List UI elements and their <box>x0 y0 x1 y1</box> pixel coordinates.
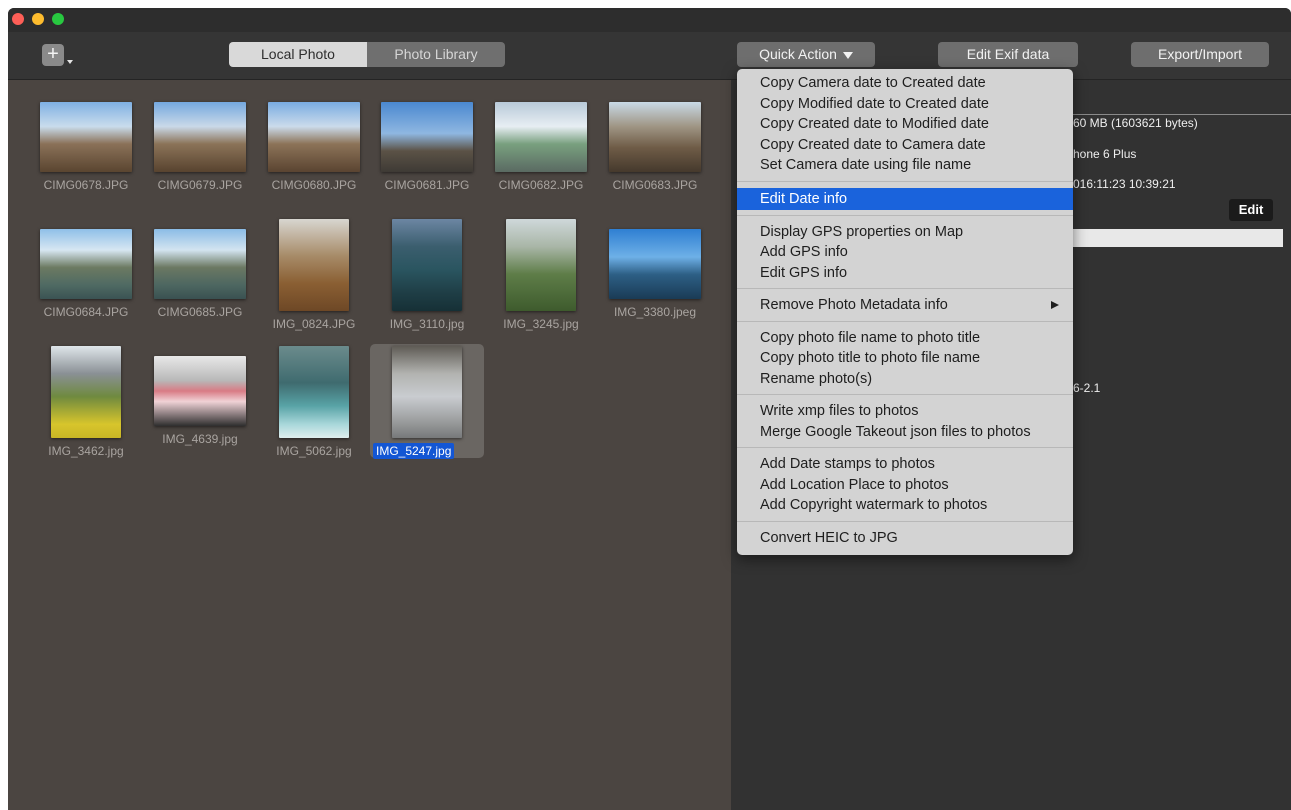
info-version: 6-2.1 <box>1073 381 1101 395</box>
photo-image <box>51 346 121 438</box>
tab-local-photo[interactable]: Local Photo <box>229 42 367 67</box>
photo-image <box>381 102 473 172</box>
photo-filename: IMG_3462.jpg <box>48 444 124 458</box>
menu-item[interactable]: Edit GPS info <box>737 263 1073 284</box>
edit-exif-button[interactable]: Edit Exif data <box>938 42 1078 67</box>
photo-image <box>609 229 701 299</box>
menu-separator <box>737 214 1073 216</box>
photo-filename: IMG_3245.jpg <box>503 317 579 331</box>
photo-thumbnail[interactable]: IMG_3110.jpg <box>370 217 484 331</box>
info-field-bar <box>1064 229 1283 247</box>
photo-grid: CIMG0678.JPG CIMG0679.JPG CIMG0680.JPG CIMG… <box>8 80 731 810</box>
caret-down-icon <box>842 51 853 59</box>
photo-image <box>279 346 349 438</box>
menu-item[interactable]: Set Camera date using file name <box>737 155 1073 176</box>
photo-thumbnail[interactable]: CIMG0682.JPG <box>484 90 598 204</box>
photo-thumbnail[interactable]: CIMG0679.JPG <box>143 90 257 204</box>
source-segmented-control: Local Photo Photo Library <box>229 42 505 67</box>
quick-action-label: Quick Action <box>759 46 837 62</box>
add-photo-button[interactable]: + <box>42 44 64 66</box>
photo-image <box>154 102 246 172</box>
photo-thumbnail[interactable]: CIMG0678.JPG <box>29 90 143 204</box>
selected-filename-label: IMG_5247.jpg <box>373 443 455 459</box>
photo-image <box>268 102 360 172</box>
photo-image <box>154 229 246 299</box>
photo-image <box>495 102 587 172</box>
photo-filename: IMG_5062.jpg <box>276 444 352 458</box>
menu-item[interactable]: Copy photo file name to photo title <box>737 328 1073 349</box>
photo-image <box>609 102 701 172</box>
photo-image <box>392 346 462 438</box>
menu-separator <box>737 180 1073 182</box>
photo-filename: IMG_5247.jpg <box>373 443 455 459</box>
menu-item[interactable]: Rename photo(s) <box>737 369 1073 390</box>
menu-item[interactable]: Add Copyright watermark to photos <box>737 495 1073 516</box>
photo-image <box>392 219 462 311</box>
menu-separator <box>737 447 1073 448</box>
title-bar <box>8 8 1291 32</box>
menu-item[interactable]: Convert HEIC to JPG <box>737 528 1073 549</box>
photo-thumbnail[interactable]: IMG_5062.jpg <box>257 344 371 458</box>
info-divider <box>1071 114 1291 115</box>
zoom-window-button[interactable] <box>52 13 64 25</box>
menu-item[interactable]: Copy photo title to photo file name <box>737 348 1073 369</box>
menu-item[interactable]: Display GPS properties on Map <box>737 222 1073 243</box>
info-edit-button[interactable]: Edit <box>1229 199 1273 221</box>
quick-action-button[interactable]: Quick Action <box>737 42 875 67</box>
photo-thumbnail[interactable]: IMG_3462.jpg <box>29 344 143 458</box>
menu-item[interactable]: Copy Camera date to Created date <box>737 73 1073 94</box>
tab-photo-library[interactable]: Photo Library <box>367 42 505 67</box>
photo-thumbnail[interactable]: CIMG0685.JPG <box>143 217 257 331</box>
info-date: 016:11:23 10:39:21 <box>1073 177 1176 191</box>
menu-separator <box>737 320 1073 322</box>
menu-separator <box>737 288 1073 289</box>
photo-thumbnail[interactable]: IMG_4639.jpg <box>143 344 257 458</box>
photo-thumbnail[interactable]: IMG_3245.jpg <box>484 217 598 331</box>
photo-thumbnail[interactable]: CIMG0681.JPG <box>370 90 484 204</box>
photo-filename: CIMG0683.JPG <box>612 178 698 192</box>
photo-thumbnail[interactable]: CIMG0680.JPG <box>257 90 371 204</box>
photo-thumbnail[interactable]: CIMG0684.JPG <box>29 217 143 331</box>
submenu-arrow-icon <box>1051 301 1059 309</box>
info-file-size: 60 MB (1603621 bytes) <box>1073 116 1198 130</box>
minimize-window-button[interactable] <box>32 13 44 25</box>
menu-item[interactable]: Edit Date info <box>737 187 1073 210</box>
photo-filename: IMG_3380.jpeg <box>613 305 697 319</box>
photo-thumbnail[interactable]: IMG_0824.JPG <box>257 217 371 331</box>
photo-image <box>40 229 132 299</box>
menu-item[interactable]: Add GPS info <box>737 242 1073 263</box>
photo-image <box>506 219 576 311</box>
menu-item[interactable]: Write xmp files to photos <box>737 401 1073 422</box>
info-camera-model: hone 6 Plus <box>1073 147 1137 161</box>
menu-separator <box>737 520 1073 522</box>
photo-image <box>279 219 349 311</box>
quick-action-menu: Copy Camera date to Created date Copy Mod… <box>737 69 1073 555</box>
close-window-button[interactable] <box>12 13 24 25</box>
export-import-button[interactable]: Export/Import <box>1131 42 1269 67</box>
menu-item[interactable]: Remove Photo Metadata info <box>737 295 1073 316</box>
menu-item[interactable]: Copy Created date to Modified date <box>737 114 1073 135</box>
photo-image <box>40 102 132 172</box>
toolbar: + Local Photo Photo Library Quick Action… <box>8 32 1291 80</box>
menu-item[interactable]: Copy Modified date to Created date <box>737 94 1073 115</box>
photo-image <box>154 356 246 426</box>
menu-item[interactable]: Add Date stamps to photos <box>737 454 1073 475</box>
add-dropdown-caret-icon[interactable] <box>67 60 73 64</box>
photo-thumbnail[interactable]: CIMG0683.JPG <box>598 90 712 204</box>
menu-item[interactable]: Add Location Place to photos <box>737 475 1073 496</box>
photo-thumbnail[interactable]: IMG_5247.jpg <box>370 344 484 459</box>
menu-item[interactable]: Merge Google Takeout json files to photo… <box>737 422 1073 443</box>
photo-thumbnail[interactable]: IMG_3380.jpeg <box>598 217 712 331</box>
menu-separator <box>737 394 1073 395</box>
menu-item[interactable]: Copy Created date to Camera date <box>737 135 1073 156</box>
